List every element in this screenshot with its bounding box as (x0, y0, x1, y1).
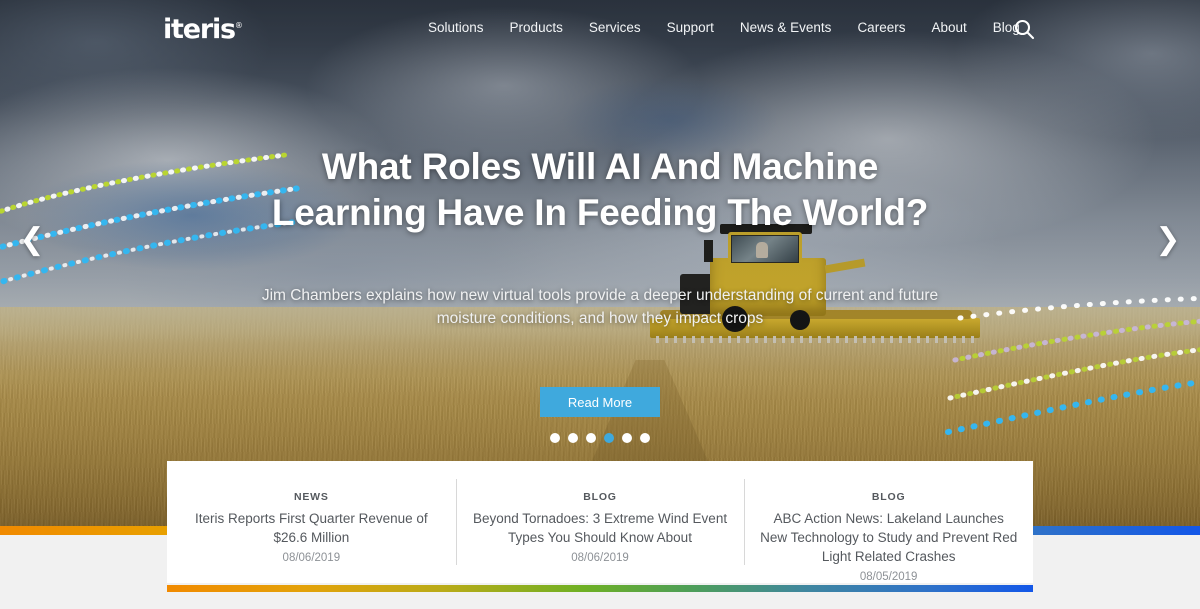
logo-text: iteris (163, 14, 236, 45)
card-date: 08/06/2019 (571, 552, 629, 564)
card-title: Iteris Reports First Quarter Revenue of … (195, 511, 428, 545)
nav-item-news-events[interactable]: News & Events (727, 20, 845, 35)
search-icon[interactable] (1012, 17, 1036, 41)
card-date: 08/05/2019 (859, 571, 918, 583)
carousel-pagination (0, 433, 1200, 443)
card-category-label: NEWS (293, 491, 329, 503)
card-title: ABC Action News: Lakeland Launches New T… (760, 511, 1018, 564)
nav-item-services[interactable]: Services (576, 20, 654, 35)
featured-posts-panel: NEWS Iteris Reports First Quarter Revenu… (167, 461, 1033, 583)
chevron-left-icon[interactable]: ❮ (12, 220, 52, 260)
top-navigation: iteris® Solutions Products Services Supp… (0, 0, 1200, 57)
card-title: Beyond Tornadoes: 3 Extreme Wind Event T… (472, 511, 728, 545)
hero-headline: What Roles Will AI And Machine Learning … (271, 146, 929, 233)
post-card-news[interactable]: NEWS Iteris Reports First Quarter Revenu… (167, 461, 456, 583)
post-card-blog-tornadoes[interactable]: BLOG Beyond Tornadoes: 3 Extreme Wind Ev… (455, 461, 745, 583)
hero-overlay-shade (0, 0, 1200, 535)
cards-gradient-strip (167, 585, 1033, 592)
carousel-dot-2[interactable] (568, 433, 578, 443)
read-more-button[interactable]: Read More (540, 387, 660, 417)
nav-item-about[interactable]: About (918, 20, 979, 35)
nav-item-solutions[interactable]: Solutions (415, 20, 497, 35)
post-card-blog-lakeland[interactable]: BLOG ABC Action News: Lakeland Launches … (744, 461, 1033, 583)
card-category-label: BLOG (871, 491, 906, 503)
carousel-dot-6[interactable] (640, 433, 650, 443)
card-date: 08/06/2019 (282, 552, 341, 564)
iteris-logo[interactable]: iteris® (163, 14, 243, 45)
nav-item-products[interactable]: Products (497, 20, 576, 35)
nav-item-careers[interactable]: Careers (844, 20, 918, 35)
nav-links: Solutions Products Services Support News… (415, 20, 1033, 35)
trademark-mark: ® (234, 21, 243, 30)
hero-subtitle: Jim Chambers explains how new virtual to… (261, 287, 939, 327)
carousel-dot-4-active[interactable] (604, 433, 614, 443)
carousel-dot-5[interactable] (622, 433, 632, 443)
carousel-dot-1[interactable] (550, 433, 560, 443)
card-category-label: BLOG (583, 491, 617, 503)
hero-banner (0, 0, 1200, 535)
chevron-right-icon[interactable]: ❯ (1148, 220, 1188, 260)
carousel-dot-3[interactable] (586, 433, 596, 443)
nav-item-support[interactable]: Support (654, 20, 727, 35)
